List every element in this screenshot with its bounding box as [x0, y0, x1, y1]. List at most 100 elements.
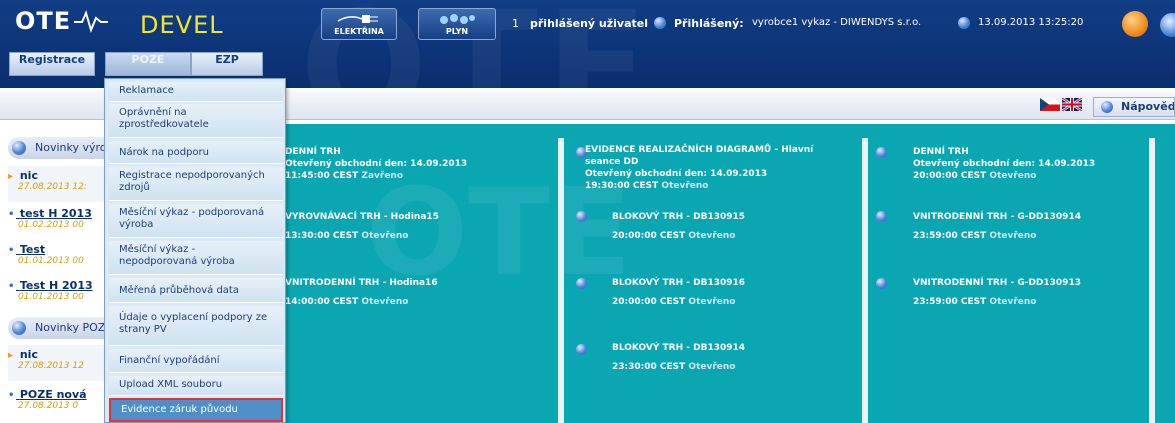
market-title: VNITRODENNÍ TRH - G-DD130913: [913, 278, 1081, 288]
plyn-label: PLYN: [445, 27, 469, 36]
market-day: Otevřený obchodní den: 14.09.2013: [285, 159, 468, 169]
market-status: Otevřeno: [361, 231, 409, 241]
market-time: 20:00:00 CEST: [612, 297, 686, 307]
arrow-icon: ▸: [8, 171, 14, 182]
market-item: BLOKOVÝ TRH - DB130916 20:00:00 CEST Ote…: [612, 277, 745, 308]
market-title: VYROVNÁVACÍ TRH - Hodina15: [285, 212, 439, 222]
chat-icon[interactable]: [1122, 11, 1148, 37]
market-time: 20:00:00 CEST: [913, 171, 987, 181]
market-item: VNITRODENNÍ TRH - G-DD130914 23:59:00 CE…: [913, 211, 1081, 242]
market-item: VNITRODENNÍ TRH - G-DD130913 23:59:00 CE…: [913, 277, 1081, 308]
flame-icon: [440, 14, 475, 24]
market-ball-icon: [876, 278, 887, 289]
news-title: nic: [19, 169, 38, 182]
app-root: { "header": { "logo_text": "OTE", "env_l…: [0, 0, 1175, 423]
ote-logo: OTE: [15, 7, 109, 35]
column-divider: [862, 138, 868, 423]
market-status: Otevřeno: [688, 297, 736, 307]
logout-icon[interactable]: [1160, 13, 1175, 37]
market-item: EVIDENCE REALIZAČNÍCH DIAGRAMŮ - Hlavní …: [585, 144, 835, 192]
tab-registrace[interactable]: Registrace: [9, 52, 95, 76]
main-tabs: Registrace POZE EZP: [9, 52, 263, 76]
help-button[interactable]: Nápověda: [1093, 97, 1175, 117]
menu-item-financni-vyporadani[interactable]: Finanční vypořádání: [109, 349, 283, 373]
market-ball-icon: [876, 147, 887, 158]
market-time: 14:00:00 CEST: [285, 297, 359, 307]
menu-item-opravneni[interactable]: Oprávnění na zprostředkovatele: [109, 104, 283, 138]
clock-dot-icon: [958, 17, 970, 29]
tab-ezp[interactable]: EZP: [191, 52, 263, 76]
market-ball-icon: [576, 278, 587, 289]
help-icon: [1101, 101, 1113, 113]
menu-item-vykaz-podporovana[interactable]: Měsíční výkaz - podporovaná výroba: [109, 204, 283, 238]
section-ball-icon: [12, 321, 26, 335]
market-title: EVIDENCE REALIZAČNÍCH DIAGRAMŮ - Hlavní: [585, 145, 814, 155]
menu-item-registrace-nepodporovanych[interactable]: Registrace nepodporovaných zdrojů: [109, 167, 283, 201]
market-title: VNITRODENNÍ TRH - G-DD130914: [913, 212, 1081, 222]
uk-flag-icon[interactable]: [1062, 98, 1082, 111]
market-title: BLOKOVÝ TRH - DB130914: [612, 343, 746, 353]
logged-user: vyrobce1 vykaz - DIWENDYS s.r.o.: [752, 17, 922, 28]
bullet-icon: •: [8, 209, 15, 220]
section-label: Novinky POZE: [35, 321, 113, 334]
market-title: BLOKOVÝ TRH - DB130916: [612, 278, 746, 288]
market-time: 23:59:00 CEST: [913, 297, 987, 307]
market-time: 19:30:00 CEST: [585, 181, 659, 191]
market-item: BLOKOVÝ TRH - DB130915 20:00:00 CEST Ote…: [612, 211, 745, 242]
market-time: 11:45:00 CEST: [285, 171, 359, 181]
market-title: VNITRODENNÍ TRH - Hodina16: [285, 278, 438, 288]
plug-icon: [337, 15, 378, 23]
menu-item-evidence-zaruk[interactable]: Evidence záruk původu: [109, 398, 283, 422]
market-status: Otevřeno: [989, 297, 1037, 307]
market-time: 13:30:00 CEST: [285, 231, 359, 241]
market-status: Otevřeno: [989, 171, 1037, 181]
market-status: Otevřeno: [688, 362, 736, 372]
news-title[interactable]: test H 2013: [20, 207, 92, 220]
market-time: 23:59:00 CEST: [913, 231, 987, 241]
news-title[interactable]: Test H 2013: [20, 279, 93, 292]
bullet-icon: •: [8, 390, 15, 401]
news-title[interactable]: Test: [20, 243, 45, 256]
elektrina-button[interactable]: ELEKTŘINA: [321, 8, 397, 40]
plyn-button[interactable]: PLYN: [418, 8, 496, 40]
market-status: Otevřeno: [661, 181, 709, 191]
users-count: 1: [512, 17, 519, 30]
menu-item-udaje-vyplaceni[interactable]: Údaje o vyplacení podpory ze strany PV: [109, 306, 283, 346]
market-day: Otevřený obchodní den: 14.09.2013: [913, 159, 1096, 169]
elektrina-label: ELEKTŘINA: [334, 27, 384, 36]
news-title: nic: [19, 348, 38, 361]
environment-label: DEVEL: [140, 11, 224, 39]
section-ball-icon: [12, 141, 26, 155]
menu-item-narok[interactable]: Nárok na podporu: [109, 141, 283, 164]
market-status: Otevřeno: [361, 297, 409, 307]
menu-item-upload-xml[interactable]: Upload XML souboru: [109, 376, 283, 396]
market-ball-icon: [576, 344, 587, 355]
menu-item-merena-data[interactable]: Měřená průběhová data: [109, 278, 283, 303]
market-title: DENNÍ TRH: [285, 147, 341, 157]
market-board: OTE DENNÍ TRH Otevřený obchodní den: 14.…: [276, 124, 1175, 423]
market-time: 23:30:00 CEST: [612, 362, 686, 372]
market-status: Zavřeno: [361, 171, 404, 181]
cz-flag-icon[interactable]: [1040, 98, 1060, 111]
tab-poze[interactable]: POZE: [105, 52, 191, 76]
help-label: Nápověda: [1121, 100, 1175, 113]
bullet-icon: •: [8, 281, 15, 292]
news-title[interactable]: POZE nová: [20, 388, 87, 401]
header-bar: OTE OTE DEVEL ELEKTŘINA PLYN 1 přihlášen…: [0, 0, 1175, 154]
market-time: 20:00:00 CEST: [612, 231, 686, 241]
menu-item-vykaz-nepodporovana[interactable]: Měsíční výkaz - nepodporovaná výroba: [109, 241, 283, 275]
market-item: VNITRODENNÍ TRH - Hodina16 14:00:00 CEST…: [285, 277, 438, 308]
market-item: DENNÍ TRH Otevřený obchodní den: 14.09.2…: [285, 146, 467, 182]
market-ball-icon: [876, 211, 887, 222]
bullet-icon: •: [8, 245, 15, 256]
market-item: BLOKOVÝ TRH - DB130914 23:30:00 CEST Ote…: [612, 342, 745, 373]
pulse-icon: [74, 10, 109, 33]
market-title: BLOKOVÝ TRH - DB130915: [612, 212, 746, 222]
market-status: Otevřeno: [989, 231, 1037, 241]
logged-label: Přihlášený:: [674, 17, 744, 30]
market-item: VYROVNÁVACÍ TRH - Hodina15 13:30:00 CEST…: [285, 211, 439, 242]
menu-item-reklamace[interactable]: Reklamace: [109, 82, 283, 102]
market-ball-icon: [576, 211, 587, 222]
market-status: Otevřeno: [688, 231, 736, 241]
market-item: DENNÍ TRH Otevřený obchodní den: 14.09.2…: [913, 146, 1095, 182]
